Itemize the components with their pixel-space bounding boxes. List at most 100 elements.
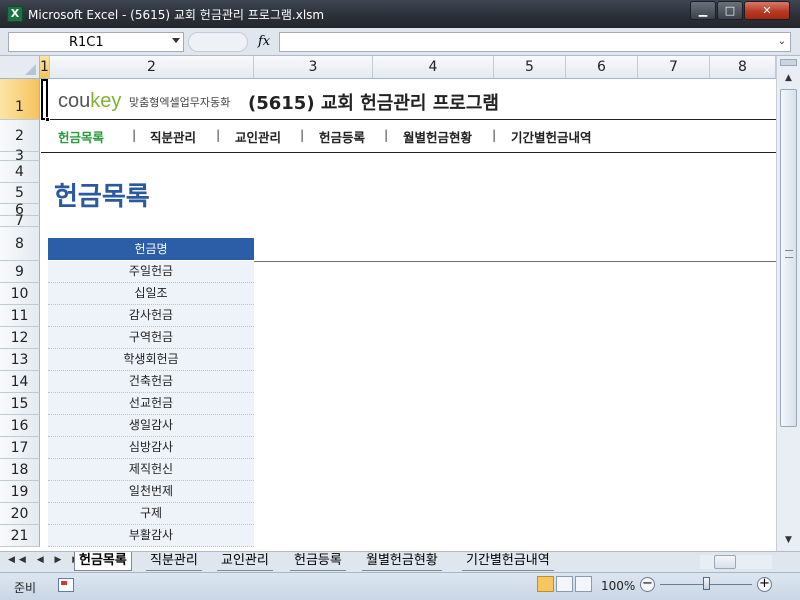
sheet-tab-3[interactable]: 교인관리 [217, 552, 273, 571]
column-header-6[interactable]: 6 [566, 56, 638, 79]
row-header-10[interactable]: 10 [0, 283, 40, 305]
table-row[interactable]: 주일헌금 [48, 261, 254, 283]
formula-input[interactable]: ⌄ [279, 32, 791, 52]
vertical-scrollbar[interactable]: ▲ ▼ [776, 56, 800, 551]
logo-suffix: key [90, 90, 122, 112]
column-header-7[interactable]: 7 [638, 56, 710, 79]
nav-item-3[interactable]: 교인관리 [235, 127, 281, 146]
scroll-down-icon[interactable]: ▼ [780, 532, 797, 548]
row-header-3[interactable]: 3 [0, 149, 40, 163]
zoom-slider-thumb[interactable] [703, 577, 710, 590]
sheet-tab-1[interactable]: 헌금목록 [74, 552, 132, 571]
zoom-in-button[interactable]: + [757, 577, 772, 592]
page-break-view-button[interactable] [575, 576, 592, 592]
nav-separator: | [216, 127, 221, 142]
sheet-tab-5[interactable]: 월별헌금현황 [362, 552, 442, 571]
row-header-18[interactable]: 18 [0, 459, 40, 481]
window-title-bar: X Microsoft Excel - (5615) 교회 헌금관리 프로그램.… [0, 0, 800, 28]
app-title: (5615) 교회 헌금관리 프로그램 [248, 93, 499, 114]
nav-item-4[interactable]: 헌금등록 [319, 127, 365, 146]
hscroll-thumb[interactable] [714, 555, 736, 569]
page-title: 헌금목록 [54, 182, 150, 212]
expand-formula-icon[interactable]: ⌄ [778, 36, 786, 47]
column-header-8[interactable]: 8 [710, 56, 776, 79]
macro-record-icon[interactable] [58, 578, 74, 592]
formula-cancel-enter-area [188, 32, 248, 52]
worksheet-grid[interactable]: 12345678 1 2 3 4 5 6 7 8 9 10 11 12 13 14 15 16 17 18 19 20… [0, 56, 776, 551]
sheet-tab-bar: ◀◀ ◀ ▶ ▶▶ 헌금목록 직분관리 교인관리 헌금등록 월별헌금현황 기간별헌금내역 [0, 551, 800, 572]
nav-separator: | [300, 127, 305, 142]
page-layout-view-button[interactable] [556, 576, 573, 592]
row-header-7[interactable]: 7 [0, 214, 40, 228]
header-divider-bottom [41, 152, 776, 153]
column-header-2[interactable]: 2 [50, 56, 254, 79]
row-header-21[interactable]: 21 [0, 525, 40, 547]
zoom-level[interactable]: 100% [601, 579, 635, 593]
select-all-button[interactable] [0, 56, 40, 79]
active-cell-selection[interactable] [41, 79, 50, 122]
column-header-1[interactable]: 1 [40, 56, 50, 79]
horizontal-scrollbar[interactable] [700, 555, 772, 569]
sheet-tab-4[interactable]: 헌금등록 [290, 552, 346, 571]
table-row[interactable]: 학생회헌금 [48, 349, 254, 371]
row-header-20[interactable]: 20 [0, 503, 40, 525]
maximize-button[interactable]: □ [717, 1, 743, 20]
excel-app-icon[interactable]: X [7, 6, 23, 22]
column-header-4[interactable]: 4 [373, 56, 494, 79]
row-header-17[interactable]: 17 [0, 437, 40, 459]
nav-separator: | [492, 127, 497, 142]
status-text: 준비 [14, 581, 37, 595]
row-header-12[interactable]: 12 [0, 327, 40, 349]
row-header-11[interactable]: 11 [0, 305, 40, 327]
table-header: 헌금명 [48, 238, 254, 260]
table-row[interactable]: 감사헌금 [48, 305, 254, 327]
table-row[interactable]: 제직헌신 [48, 459, 254, 481]
table-row[interactable]: 부활감사 [48, 525, 254, 547]
table-row[interactable]: 선교헌금 [48, 393, 254, 415]
row-header-14[interactable]: 14 [0, 371, 40, 393]
row-header-4[interactable]: 4 [0, 161, 40, 183]
column-header-3[interactable]: 3 [254, 56, 373, 79]
name-box[interactable]: R1C1 [8, 32, 184, 52]
table-row[interactable]: 생일감사 [48, 415, 254, 437]
status-bar: 준비 100% − + [0, 572, 800, 600]
table-row[interactable]: 일천번제 [48, 481, 254, 503]
nav-item-5[interactable]: 월별헌금현황 [403, 127, 472, 146]
table-row[interactable]: 건축헌금 [48, 371, 254, 393]
nav-separator: | [132, 127, 137, 142]
row-header-1[interactable]: 1 [0, 79, 40, 120]
zoom-out-button[interactable]: − [640, 577, 655, 592]
table-row[interactable]: 구제 [48, 503, 254, 525]
name-box-value: R1C1 [69, 35, 104, 50]
row-header-8[interactable]: 8 [0, 227, 40, 261]
chevron-down-icon[interactable] [172, 38, 180, 43]
row-header-5[interactable]: 5 [0, 183, 40, 204]
row-header-9[interactable]: 9 [0, 261, 40, 283]
scroll-up-icon[interactable]: ▲ [780, 70, 797, 86]
table-row[interactable]: 구역헌금 [48, 327, 254, 349]
nav-item-1[interactable]: 헌금목록 [58, 127, 104, 146]
normal-view-button[interactable] [537, 576, 554, 592]
table-row[interactable]: 십일조 [48, 283, 254, 305]
row-header-13[interactable]: 13 [0, 349, 40, 371]
grip-icon [785, 250, 793, 258]
select-all-icon [25, 64, 36, 75]
row-header-16[interactable]: 16 [0, 415, 40, 437]
sheet-tab-2[interactable]: 직분관리 [146, 552, 202, 571]
split-box[interactable] [780, 59, 797, 66]
table-rule [254, 261, 776, 262]
column-header-5[interactable]: 5 [494, 56, 566, 79]
scroll-thumb[interactable] [780, 89, 797, 427]
minimize-button[interactable]: ▁ [690, 1, 716, 20]
sheet-tab-6[interactable]: 기간별헌금내역 [462, 552, 554, 571]
row-header-19[interactable]: 19 [0, 481, 40, 503]
nav-item-6[interactable]: 기간별헌금내역 [511, 127, 592, 146]
row-header-15[interactable]: 15 [0, 393, 40, 415]
nav-separator: | [384, 127, 389, 142]
table-row[interactable]: 심방감사 [48, 437, 254, 459]
logo-prefix: cou [58, 90, 91, 112]
nav-item-2[interactable]: 직분관리 [150, 127, 196, 146]
close-button[interactable]: ✕ [744, 1, 790, 20]
fill-handle[interactable] [45, 117, 50, 122]
insert-function-icon[interactable]: fx [258, 34, 270, 49]
